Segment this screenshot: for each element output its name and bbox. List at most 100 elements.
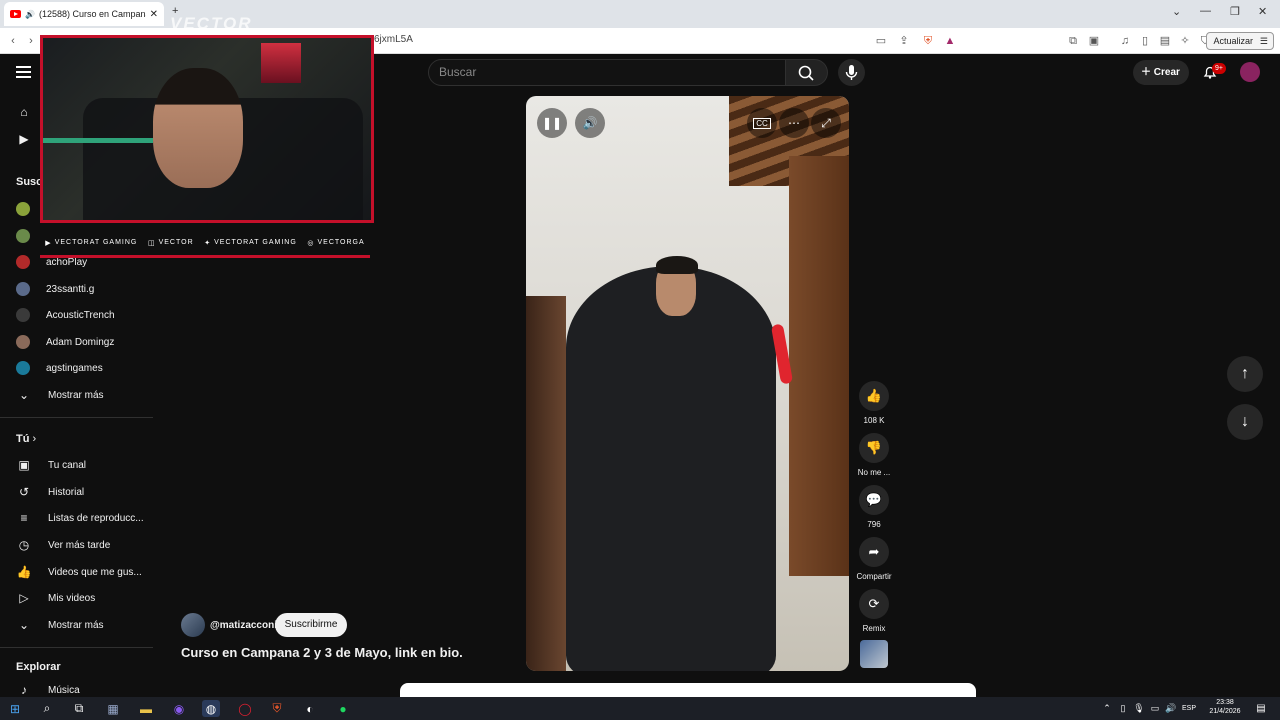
sidebar-item-label: Tu canal xyxy=(48,459,86,471)
arcade-machine xyxy=(261,43,301,83)
url-text[interactable]: 6jxmL5A xyxy=(374,34,413,45)
fullscreen-button[interactable]: ⤢ xyxy=(811,108,841,138)
wallet-icon[interactable]: ▣ xyxy=(1087,34,1101,48)
more-icon: ⋯ xyxy=(788,116,800,130)
sidebar-item-label: Historial xyxy=(48,486,85,498)
sidebar-item-liked-videos[interactable]: 👍 Videos que me gus... xyxy=(16,562,142,582)
extensions-icon[interactable]: ⧉ xyxy=(1066,34,1080,48)
like-count: 108 K xyxy=(863,416,885,425)
opera-icon[interactable]: ◯ xyxy=(236,700,254,717)
voice-search-button[interactable] xyxy=(838,59,865,86)
language-indicator[interactable]: ESP xyxy=(1182,705,1196,712)
stream-watermark: VECTOR xyxy=(170,14,253,33)
obs-icon[interactable]: ◐ xyxy=(301,700,319,717)
sidebar-sub-avatar-2[interactable] xyxy=(16,226,30,246)
pause-button[interactable]: ❚❚ xyxy=(537,108,567,138)
sidebar-item-your-channel[interactable]: ▣ Tu canal xyxy=(16,455,86,475)
forward-icon[interactable]: › xyxy=(24,34,38,48)
avatar xyxy=(16,282,30,296)
sidebar-icon[interactable]: ▯ xyxy=(1138,34,1152,48)
dislike-button[interactable]: 👎 xyxy=(859,433,889,463)
create-label: Crear xyxy=(1153,67,1180,78)
expand-icon: ⤢ xyxy=(821,115,831,130)
notifications-badge: 9+ xyxy=(1212,63,1226,74)
sidebar-item-watch-later[interactable]: ◷ Ver más tarde xyxy=(16,535,111,555)
hamburger-menu-icon[interactable] xyxy=(16,66,31,78)
spotify-icon[interactable]: ● xyxy=(334,700,352,717)
subscriptions-heading[interactable]: Susc xyxy=(16,176,42,188)
volume-button[interactable]: 🔊 xyxy=(575,108,605,138)
close-window-icon[interactable]: ✕ xyxy=(1258,5,1267,18)
volume-icon: 🔊 xyxy=(582,116,598,130)
bottom-panel xyxy=(400,683,976,697)
search-button[interactable] xyxy=(786,59,828,86)
share-icon[interactable]: ⇪ xyxy=(897,34,911,48)
rewards-icon[interactable]: ▲ xyxy=(943,34,957,48)
browser-tab[interactable]: 🔊 (12588) Curso en Campana 2 ✕ xyxy=(4,2,164,26)
create-button[interactable]: ＋ Crear xyxy=(1133,60,1189,85)
brave-icon[interactable]: ⛨ xyxy=(268,700,286,717)
sidebar-item-my-videos[interactable]: ▷ Mis videos xyxy=(16,588,95,608)
minimize-icon[interactable]: — xyxy=(1200,5,1211,17)
update-button[interactable]: Actualizar xyxy=(1206,32,1274,50)
microphone-icon xyxy=(845,65,858,80)
windows-start-icon[interactable]: ⊞ xyxy=(6,700,24,717)
tab-close-icon[interactable]: ✕ xyxy=(150,9,158,20)
sidebar-item-label: Adam Domingz xyxy=(46,336,115,348)
clock-time[interactable]: 23:38 xyxy=(1205,699,1245,706)
account-avatar[interactable] xyxy=(1240,62,1260,82)
comments-button[interactable]: 💬 xyxy=(859,485,889,515)
sidebar-show-more-you[interactable]: ⌄ Mostrar más xyxy=(16,615,104,635)
channel-name[interactable]: @matizacconi xyxy=(210,620,277,631)
cabinet xyxy=(526,296,566,671)
like-button[interactable]: 👍 xyxy=(859,381,889,411)
chevron-right-icon: › xyxy=(32,433,37,445)
shorts-video-player[interactable] xyxy=(526,96,849,671)
sidebar-item-playlists[interactable]: ≡ Listas de reproducc... xyxy=(16,508,144,528)
avatar xyxy=(16,308,30,322)
ai-icon[interactable]: ✧ xyxy=(1178,34,1192,48)
previous-short-button[interactable]: ↑ xyxy=(1227,356,1263,392)
next-short-button[interactable]: ↓ xyxy=(1227,404,1263,440)
wallet-alt-icon[interactable]: ▤ xyxy=(1158,34,1172,48)
subscribe-button[interactable]: Suscribirme xyxy=(275,613,347,637)
sidebar-show-more-subs[interactable]: ⌄ Mostrar más xyxy=(16,385,104,405)
more-options-button[interactable]: ⋯ xyxy=(779,108,809,138)
steam-icon[interactable]: ◍ xyxy=(202,700,220,717)
social-instagram: ◎ VECTORGA xyxy=(307,239,364,247)
back-icon[interactable]: ‹ xyxy=(6,34,20,48)
sidebar-item-history[interactable]: ↺ Historial xyxy=(16,482,84,502)
sound-thumbnail[interactable] xyxy=(860,640,888,668)
captions-button[interactable]: CC xyxy=(747,108,777,138)
you-heading[interactable]: Tú › xyxy=(16,433,36,445)
tab-list-icon[interactable]: ⌄ xyxy=(1172,5,1181,18)
search-input[interactable]: Buscar xyxy=(428,59,786,86)
sidebar-divider xyxy=(0,647,153,648)
sidebar-sub-item[interactable]: agstingames xyxy=(16,358,103,378)
task-view-icon[interactable]: ⧉ xyxy=(70,700,88,717)
channel-avatar[interactable] xyxy=(181,613,205,637)
sidebar-item-home[interactable]: ⌂ xyxy=(16,102,32,122)
share-arrow-icon: ➦ xyxy=(868,544,880,559)
channel-icon: ▣ xyxy=(18,458,30,472)
music-icon[interactable]: ♫ xyxy=(1118,34,1132,48)
sidebar-sub-item[interactable]: Adam Domingz xyxy=(16,332,114,352)
notification-center-icon[interactable]: ▤ xyxy=(1252,700,1270,717)
sidebar-item-shorts[interactable]: ▶ xyxy=(16,129,32,149)
sidebar-sub-item[interactable]: 23ssantti.g xyxy=(16,279,94,299)
sidebar-item-label: Listas de reproducc... xyxy=(48,512,144,524)
sidebar-sub-item[interactable]: AcousticTrench xyxy=(16,305,115,325)
share-button[interactable]: ➦ xyxy=(859,537,889,567)
speaker-tray-icon[interactable]: 🔊 xyxy=(1162,700,1180,717)
app-icon[interactable]: ▦ xyxy=(104,700,122,717)
maximize-icon[interactable]: ❐ xyxy=(1230,5,1240,18)
sidebar-sub-avatar-1[interactable] xyxy=(16,199,30,219)
search-icon[interactable]: ⌕ xyxy=(38,700,56,717)
social-label: VECTORGA xyxy=(317,239,365,246)
cast-icon[interactable]: ▭ xyxy=(874,34,888,48)
remix-button[interactable]: ⟳ xyxy=(859,589,889,619)
file-explorer-icon[interactable]: ▬ xyxy=(137,700,155,717)
clock-date[interactable]: 21/4/2026 xyxy=(1203,708,1247,715)
discord-icon[interactable]: ◉ xyxy=(170,700,188,717)
brave-shield-icon[interactable]: ⛨ xyxy=(921,34,935,48)
